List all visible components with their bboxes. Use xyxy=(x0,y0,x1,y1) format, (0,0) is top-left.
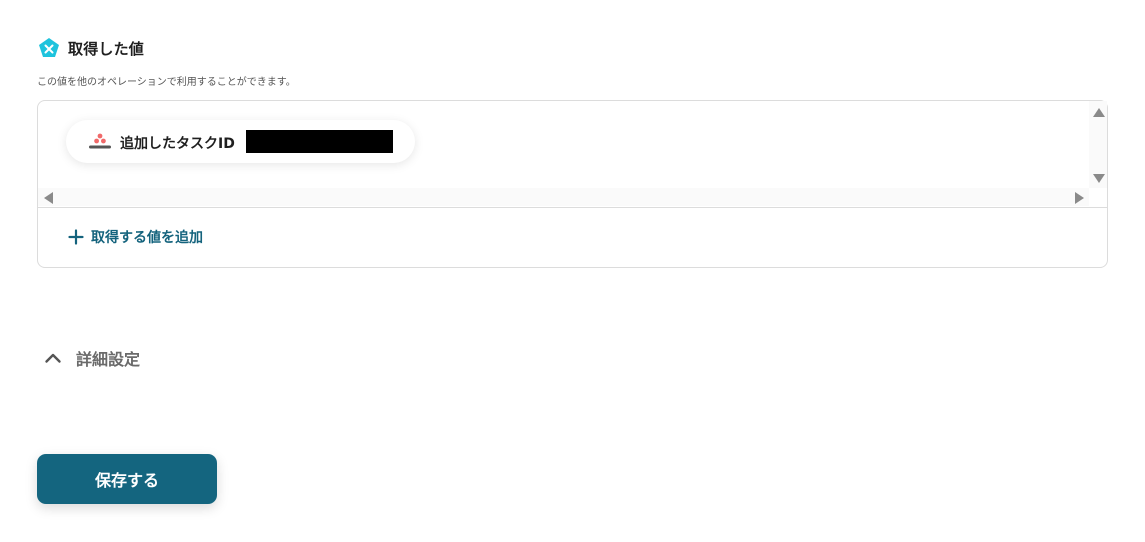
value-chip-label: 追加したタスクID xyxy=(120,136,235,152)
value-chip[interactable]: 追加したタスクID xyxy=(66,120,415,163)
scroll-down-arrow-icon[interactable] xyxy=(1093,174,1105,183)
values-scroll-area: 追加したタスクID xyxy=(38,101,1107,208)
chevron-up-icon xyxy=(45,353,61,363)
advanced-settings-toggle[interactable]: 詳細設定 xyxy=(44,346,140,370)
save-button[interactable]: 保存する xyxy=(37,454,217,504)
asana-logo xyxy=(89,133,111,149)
scroll-right-arrow-icon[interactable] xyxy=(1075,192,1084,204)
section-title: 取得した値 xyxy=(68,39,145,58)
horizontal-scrollbar[interactable] xyxy=(38,188,1089,206)
values-panel: 追加したタスクID 取得する値を追加 xyxy=(37,100,1108,268)
plus-icon xyxy=(68,229,84,245)
value-chip-redacted-value xyxy=(246,130,393,153)
scroll-left-arrow-icon[interactable] xyxy=(44,192,53,204)
add-value-label: 取得する値を追加 xyxy=(91,230,203,246)
advanced-settings-label: 詳細設定 xyxy=(76,350,141,369)
add-value-button[interactable]: 取得する値を追加 xyxy=(68,227,203,247)
section-header: 取得した値 xyxy=(38,37,144,59)
pentagon-x-icon xyxy=(39,38,59,57)
section-description: この値を他のオペレーションで利用することができます。 xyxy=(37,77,296,88)
vertical-scrollbar[interactable] xyxy=(1089,101,1107,188)
scroll-up-arrow-icon[interactable] xyxy=(1093,108,1105,117)
